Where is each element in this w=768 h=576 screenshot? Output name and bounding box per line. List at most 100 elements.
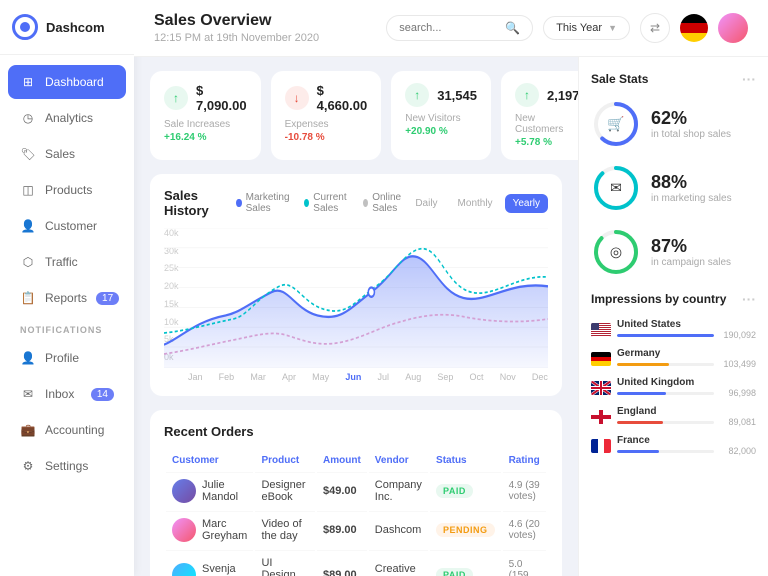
country-info: United Kingdom 96,998 bbox=[617, 377, 756, 398]
x-label-mar: Mar bbox=[250, 372, 266, 382]
sidebar-item-accounting[interactable]: 💼 Accounting bbox=[8, 413, 126, 447]
sidebar-label-accounting: Accounting bbox=[45, 423, 104, 437]
country-name: United Kingdom bbox=[617, 377, 756, 388]
customer-avatar bbox=[172, 479, 196, 503]
orders-table: Customer Product Amount Vendor Status Ra… bbox=[164, 449, 548, 576]
analytics-icon: ◷ bbox=[20, 110, 36, 126]
search-box[interactable]: 🔍 bbox=[386, 15, 533, 41]
sidebar-label-sales: Sales bbox=[45, 147, 75, 161]
refresh-button[interactable]: ⇄ bbox=[640, 13, 670, 43]
stat-label-0: Sale Increases bbox=[164, 119, 247, 130]
profile-icon: 👤 bbox=[20, 350, 36, 366]
stat-label-1: Expenses bbox=[285, 119, 368, 130]
sidebar-label-profile: Profile bbox=[45, 351, 79, 365]
sale-stats-menu[interactable]: ··· bbox=[742, 71, 756, 87]
circle-icon: 🛒 bbox=[607, 116, 624, 133]
sidebar-item-reports[interactable]: 📋 Reports 17 bbox=[8, 281, 126, 315]
country-bar-fill bbox=[617, 392, 666, 395]
country-count: 89,081 bbox=[718, 417, 756, 427]
country-bar-bg bbox=[617, 450, 714, 453]
country-info: France 82,000 bbox=[617, 435, 756, 456]
country-bar-row: 103,499 bbox=[617, 359, 756, 369]
order-customer: Julie Mandol bbox=[166, 472, 253, 509]
stat-circle-item: ◎ 87% in campaign sales bbox=[591, 227, 756, 277]
country-bar-bg bbox=[617, 392, 714, 395]
chart-svg bbox=[164, 228, 548, 368]
country-bar-row: 190,092 bbox=[617, 330, 756, 340]
sidebar-label-customer: Customer bbox=[45, 219, 97, 233]
chart-header: Sales History Marketing Sales Current Sa… bbox=[164, 188, 548, 218]
inbox-badge: 14 bbox=[91, 388, 114, 401]
tab-yearly[interactable]: Yearly bbox=[505, 194, 548, 213]
col-product: Product bbox=[255, 451, 315, 470]
circle-container: 🛒 bbox=[591, 99, 641, 149]
country-info: Germany 103,499 bbox=[617, 348, 756, 369]
impressions-menu[interactable]: ··· bbox=[742, 291, 756, 307]
country-item: France 82,000 bbox=[591, 435, 756, 456]
country-bar-bg bbox=[617, 363, 714, 366]
stat-circle-label: in marketing sales bbox=[651, 193, 732, 204]
stat-circle-info: 88% in marketing sales bbox=[651, 172, 732, 204]
circle-icon: ◎ bbox=[610, 244, 622, 261]
sidebar-item-products[interactable]: ◫ Products bbox=[8, 173, 126, 207]
x-label-jan: Jan bbox=[188, 372, 203, 382]
status-badge: PAID bbox=[436, 568, 473, 576]
stat-value-0: $ 7,090.00 bbox=[196, 83, 247, 113]
header-actions: 🔍 This Year ▼ ⇄ bbox=[386, 13, 748, 43]
chart-title: Sales History bbox=[164, 188, 220, 218]
stat-circle-label: in total shop sales bbox=[651, 129, 731, 140]
stat-label-3: New Customers bbox=[515, 113, 578, 135]
sidebar-item-settings[interactable]: ⚙ Settings bbox=[8, 449, 126, 483]
country-flag bbox=[591, 381, 611, 395]
reports-badge: 17 bbox=[96, 292, 119, 305]
order-amount: $49.00 bbox=[317, 472, 367, 509]
country-info: United States 190,092 bbox=[617, 319, 756, 340]
legend-online: Online Sales bbox=[363, 192, 407, 214]
country-name: United States bbox=[617, 319, 756, 330]
tab-monthly[interactable]: Monthly bbox=[450, 194, 501, 213]
content-area: ↑ $ 7,090.00 Sale Increases +16.24 % ↓ $… bbox=[134, 57, 768, 576]
search-input[interactable] bbox=[399, 22, 499, 34]
sidebar-item-inbox[interactable]: ✉ Inbox 14 bbox=[8, 377, 126, 411]
circle-container: ◎ bbox=[591, 227, 641, 277]
order-amount: $89.00 bbox=[317, 550, 367, 576]
chart-body: 40k 30k 25k 20k 15k 10k 5k 0k bbox=[164, 228, 548, 382]
country-item: United Kingdom 96,998 bbox=[591, 377, 756, 398]
header: Sales Overview 12:15 PM at 19th November… bbox=[134, 0, 768, 57]
country-flag bbox=[591, 352, 611, 366]
country-count: 82,000 bbox=[718, 446, 756, 456]
chart-legend: Marketing Sales Current Sales Online Sal… bbox=[236, 192, 407, 214]
order-customer: Marc Greyham bbox=[166, 511, 253, 548]
sidebar-item-analytics[interactable]: ◷ Analytics bbox=[8, 101, 126, 135]
refresh-icon: ⇄ bbox=[650, 21, 660, 35]
order-vendor: Company Inc. bbox=[369, 472, 428, 509]
col-status: Status bbox=[430, 451, 501, 470]
tab-daily[interactable]: Daily bbox=[407, 194, 445, 213]
sidebar-item-dashboard[interactable]: ⊞ Dashboard bbox=[8, 65, 126, 99]
order-product: Video of the day bbox=[255, 511, 315, 548]
language-flag[interactable] bbox=[680, 14, 708, 42]
legend-marketing: Marketing Sales bbox=[236, 192, 292, 214]
country-name: Germany bbox=[617, 348, 756, 359]
x-label-jul: Jul bbox=[378, 372, 390, 382]
sidebar-item-customer[interactable]: 👤 Customer bbox=[8, 209, 126, 243]
sidebar-item-profile[interactable]: 👤 Profile bbox=[8, 341, 126, 375]
order-product: Designer eBook bbox=[255, 472, 315, 509]
main-content: Sales Overview 12:15 PM at 19th November… bbox=[134, 0, 768, 576]
chart-tabs: Daily Monthly Yearly bbox=[407, 194, 548, 213]
country-name: England bbox=[617, 406, 756, 417]
products-icon: ◫ bbox=[20, 182, 36, 198]
stat-change-2: +20.90 % bbox=[405, 126, 477, 137]
user-avatar[interactable] bbox=[718, 13, 748, 43]
inbox-icon: ✉ bbox=[20, 386, 36, 402]
sidebar-item-sales[interactable]: 🏷 Sales bbox=[8, 137, 126, 171]
impressions-title: Impressions by country ··· bbox=[591, 291, 756, 307]
sidebar-item-traffic[interactable]: ⬡ Traffic bbox=[8, 245, 126, 279]
sale-stats-items: 🛒 62% in total shop sales ✉ 88% in marke… bbox=[591, 99, 756, 277]
country-bar-row: 89,081 bbox=[617, 417, 756, 427]
settings-icon: ⚙ bbox=[20, 458, 36, 474]
chevron-down-icon: ▼ bbox=[608, 23, 617, 33]
country-item: United States 190,092 bbox=[591, 319, 756, 340]
stat-circle-label: in campaign sales bbox=[651, 257, 731, 268]
year-select[interactable]: This Year ▼ bbox=[543, 16, 630, 40]
